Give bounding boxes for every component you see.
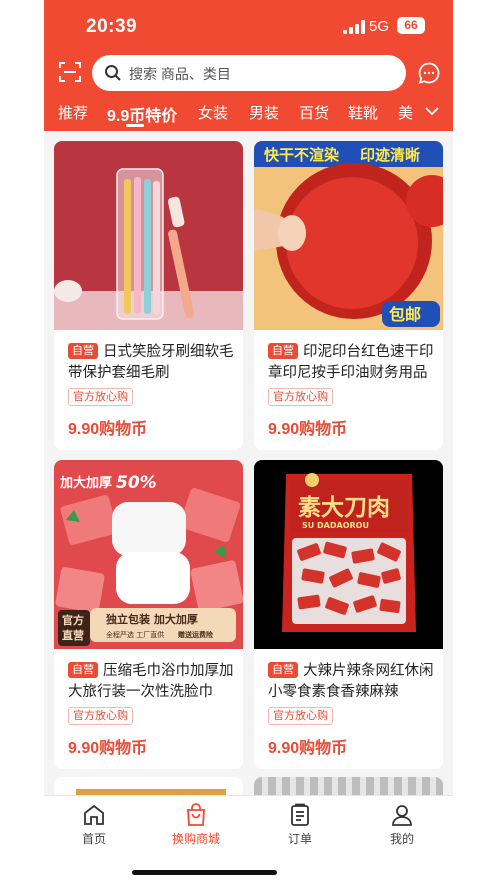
product-card[interactable]: 加大加厚 50% 独立包装 加大加厚 全程严选 工厂直供 赠送运费险 官方 直营… bbox=[54, 460, 243, 769]
overlay-factory-direct: 全程严选 工厂直供 bbox=[106, 630, 164, 639]
top-header: 20:39 5G 66 搜索 商品、类目 推荐 9.9币特价 女装 男装 百货 … bbox=[44, 0, 453, 131]
official-badge: 官方放心购 bbox=[268, 707, 333, 725]
overlay-official: 官方 bbox=[62, 613, 84, 627]
app-screen: 20:39 5G 66 搜索 商品、类目 推荐 9.9币特价 女装 男装 百货 … bbox=[44, 0, 453, 883]
product-title[interactable]: 自营 日式笑脸牙刷细软毛带保护套细毛刷 bbox=[68, 342, 234, 384]
tab-orders[interactable]: 订单 bbox=[260, 802, 340, 847]
tab-general-goods[interactable]: 百货 bbox=[299, 102, 329, 123]
self-operated-tag: 自营 bbox=[268, 662, 298, 678]
message-icon[interactable] bbox=[417, 61, 441, 85]
product-image-spicy-strips[interactable]: 素大刀肉 SU DADAOROU bbox=[254, 460, 443, 649]
self-operated-tag: 自营 bbox=[268, 343, 298, 359]
product-title[interactable]: 自营 压缩毛巾浴巾加厚加大旅行装一次性洗脸巾 bbox=[68, 661, 234, 703]
overlay-thicker: 加大加厚 bbox=[59, 475, 112, 491]
home-icon bbox=[84, 804, 104, 825]
signal-icon bbox=[343, 20, 365, 34]
product-card[interactable]: 快干不渲染 印迹清晰 包邮 自营 印泥印台红色速干印章印尼按手印油财务用品 官方放… bbox=[254, 141, 443, 450]
product-image-compressed-towel[interactable]: 加大加厚 50% 独立包装 加大加厚 全程严选 工厂直供 赠送运费险 官方 直营 bbox=[54, 460, 243, 649]
product-price: 9.90购物币 bbox=[268, 740, 348, 757]
tab-shoes[interactable]: 鞋靴 bbox=[348, 102, 378, 123]
product-card[interactable] bbox=[254, 777, 443, 795]
product-price: 9.90购物币 bbox=[268, 421, 348, 438]
tab-home[interactable]: 首页 bbox=[54, 802, 134, 847]
product-image-toothbrush[interactable] bbox=[54, 141, 243, 330]
overlay-shipping-insurance: 赠送运费险 bbox=[178, 630, 214, 639]
battery-indicator: 66 bbox=[397, 17, 425, 34]
tab-profile[interactable]: 我的 bbox=[362, 802, 442, 847]
tab-label: 首页 bbox=[81, 832, 106, 846]
overlay-brand-name: 素大刀肉 bbox=[298, 494, 390, 521]
product-card[interactable] bbox=[54, 777, 243, 795]
product-grid: 自营 日式笑脸牙刷细软毛带保护套细毛刷 官方放心购 9.90购物币 快干不渲染 印… bbox=[44, 131, 453, 795]
tab-label: 订单 bbox=[287, 832, 312, 846]
search-icon bbox=[105, 65, 121, 81]
overlay-quick-dry: 快干不渲染 bbox=[264, 146, 340, 164]
tab-mens-wear[interactable]: 男装 bbox=[249, 102, 279, 123]
tab-womens-wear[interactable]: 女装 bbox=[198, 102, 228, 123]
tab-exchange-mall[interactable]: 换购商城 bbox=[156, 802, 236, 847]
product-title[interactable]: 自营 大辣片辣条网红休闲小零食素食香辣麻辣 bbox=[268, 661, 434, 703]
tab-label: 我的 bbox=[389, 832, 414, 846]
category-tabs: 推荐 9.9币特价 女装 男装 百货 鞋靴 美 bbox=[44, 100, 453, 127]
self-operated-tag: 自营 bbox=[68, 343, 98, 359]
overlay-clear-print: 印迹清晰 bbox=[360, 146, 420, 164]
product-price: 9.90购物币 bbox=[68, 740, 148, 757]
product-image-partial bbox=[254, 777, 443, 795]
shopping-bag-icon bbox=[187, 803, 205, 826]
network-type: 5G bbox=[369, 18, 390, 35]
official-badge: 官方放心购 bbox=[68, 707, 133, 725]
product-image-ink-pad[interactable]: 快干不渲染 印迹清晰 包邮 bbox=[254, 141, 443, 330]
official-badge: 官方放心购 bbox=[68, 388, 133, 406]
chevron-down-icon[interactable] bbox=[425, 106, 439, 116]
self-operated-tag: 自营 bbox=[68, 662, 98, 678]
tab-beauty[interactable]: 美 bbox=[398, 102, 413, 123]
status-bar: 20:39 5G 66 bbox=[44, 14, 453, 42]
scan-icon[interactable] bbox=[58, 60, 82, 84]
overlay-direct: 直营 bbox=[62, 628, 84, 642]
product-card[interactable]: 自营 日式笑脸牙刷细软毛带保护套细毛刷 官方放心购 9.90购物币 bbox=[54, 141, 243, 450]
overlay-individual-pack: 独立包装 加大加厚 bbox=[105, 612, 198, 626]
product-title[interactable]: 自营 印泥印台红色速干印章印尼按手印油财务用品 bbox=[268, 342, 434, 384]
overlay-percent: 50% bbox=[116, 473, 157, 493]
search-bar[interactable]: 搜索 商品、类目 bbox=[92, 55, 406, 91]
overlay-brand-pinyin: SU DADAOROU bbox=[302, 521, 369, 530]
search-placeholder: 搜索 商品、类目 bbox=[129, 66, 231, 82]
product-price: 9.90购物币 bbox=[68, 421, 148, 438]
overlay-free-shipping: 包邮 bbox=[389, 305, 421, 324]
order-list-icon bbox=[291, 803, 309, 826]
tab-label: 换购商城 bbox=[171, 832, 220, 846]
tab-recommend[interactable]: 推荐 bbox=[58, 102, 88, 123]
product-card[interactable]: 素大刀肉 SU DADAOROU 自营大辣片辣条网红休闲小零食素食香辣麻辣 官方… bbox=[254, 460, 443, 769]
profile-icon bbox=[392, 805, 412, 826]
active-tab-indicator bbox=[126, 124, 144, 127]
official-badge: 官方放心购 bbox=[268, 388, 333, 406]
tab-9-9-special[interactable]: 9.9币特价 bbox=[107, 102, 177, 126]
home-indicator[interactable] bbox=[132, 870, 277, 875]
status-time: 20:39 bbox=[86, 16, 138, 37]
